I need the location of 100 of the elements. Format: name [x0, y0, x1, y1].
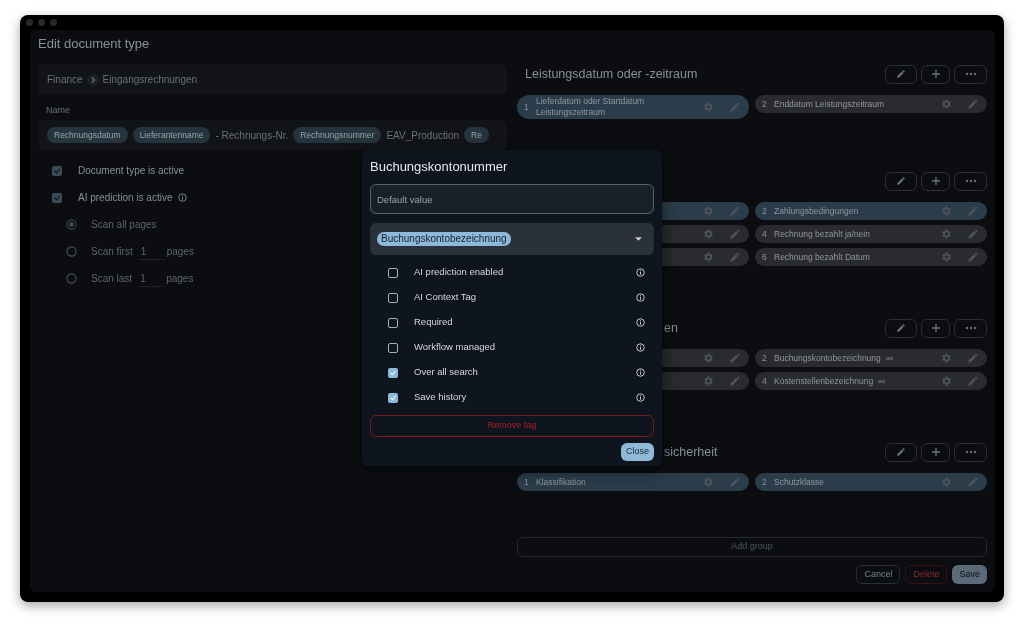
- pencil-icon[interactable]: [896, 176, 906, 186]
- info-icon: [636, 343, 645, 352]
- edit-button[interactable]: [885, 171, 917, 191]
- settings-icon[interactable]: [940, 375, 952, 387]
- more-icon: [964, 179, 977, 183]
- edit-button[interactable]: [885, 64, 917, 84]
- checkbox[interactable]: [388, 292, 398, 303]
- settings-icon[interactable]: [940, 98, 952, 110]
- radio-button[interactable]: [66, 246, 77, 257]
- settings-icon[interactable]: [702, 205, 714, 217]
- field-pill[interactable]: 2 Buchungskontobezeichnung: [755, 349, 987, 367]
- add-button[interactable]: [921, 171, 950, 191]
- checkbox-label: Document type is active: [78, 164, 185, 178]
- unit-label: pages: [166, 272, 194, 286]
- info-icon: [636, 268, 645, 277]
- settings-icon[interactable]: [940, 476, 952, 488]
- settings-icon[interactable]: [702, 101, 714, 113]
- field-pill[interactable]: 2 Zahlungsbedingungen: [755, 202, 987, 220]
- option-label: Save history: [414, 390, 467, 405]
- settings-icon[interactable]: [702, 375, 714, 387]
- field-number: 2: [762, 204, 768, 218]
- add-button[interactable]: [921, 442, 950, 462]
- unit-label: pages: [166, 245, 194, 259]
- option-label: Over all search: [414, 365, 478, 380]
- info-icon: [636, 318, 645, 327]
- more-button[interactable]: [954, 442, 987, 462]
- pencil-icon[interactable]: [729, 352, 741, 364]
- field-number: 2: [762, 351, 768, 365]
- checkbox[interactable]: [52, 165, 62, 176]
- pencil-icon[interactable]: [729, 228, 741, 240]
- field-pill[interactable]: 1 Klassifikation: [517, 473, 749, 491]
- settings-icon[interactable]: [940, 205, 952, 217]
- settings-icon[interactable]: [702, 228, 714, 240]
- add-group-button[interactable]: Add group: [517, 537, 987, 557]
- field-name: Lieferdatum oder Startdatum Leistungszeitraum: [536, 96, 646, 118]
- settings-icon[interactable]: [702, 251, 714, 263]
- field-name: Klassifikation: [536, 476, 586, 488]
- field-number: 4: [762, 227, 768, 241]
- group-title: en: [664, 319, 678, 337]
- pencil-icon[interactable]: [896, 447, 906, 457]
- add-button[interactable]: [921, 64, 950, 84]
- plus-icon: [930, 447, 941, 457]
- field-pill[interactable]: 2 Schutzklasse: [755, 473, 987, 491]
- pencil-icon[interactable]: [896, 69, 906, 79]
- field-name: Buchungskontobezeichnung: [774, 352, 881, 364]
- radio-button[interactable]: [66, 273, 77, 284]
- number-field[interactable]: 1: [138, 243, 165, 260]
- check-icon: [389, 368, 397, 377]
- caret-icon: [635, 237, 642, 241]
- edit-button[interactable]: [885, 442, 917, 462]
- breadcrumb-item[interactable]: Eingangsrechnungen: [102, 72, 198, 87]
- info-icon: [636, 368, 645, 377]
- default-value-field[interactable]: Default value: [370, 184, 654, 214]
- remove-tag-button[interactable]: Remove tag: [370, 415, 654, 437]
- settings-icon[interactable]: [702, 352, 714, 364]
- pencil-icon[interactable]: [729, 375, 741, 387]
- more-button[interactable]: [954, 318, 987, 338]
- name-text: EAV_Production: [386, 128, 460, 143]
- pencil-icon[interactable]: [896, 323, 906, 333]
- checkbox[interactable]: [388, 267, 398, 278]
- settings-icon[interactable]: [940, 228, 952, 240]
- close-button[interactable]: Close: [621, 443, 654, 461]
- checkbox[interactable]: [388, 367, 398, 378]
- breadcrumb-item[interactable]: Finance: [47, 72, 83, 87]
- settings-icon[interactable]: [940, 251, 952, 263]
- more-button[interactable]: [954, 171, 987, 191]
- settings-icon[interactable]: [702, 476, 714, 488]
- more-button[interactable]: [954, 64, 987, 84]
- pencil-icon[interactable]: [967, 98, 979, 110]
- delete-button[interactable]: Delete: [905, 565, 948, 584]
- field-pill[interactable]: 1 Lieferdatum oder Startdatum Leistungszeitraum: [517, 95, 749, 119]
- radio-button[interactable]: [66, 219, 77, 230]
- tag-select[interactable]: Buchungskontobezeichnung: [370, 223, 654, 255]
- cancel-button[interactable]: Cancel: [856, 565, 901, 584]
- pencil-icon[interactable]: [967, 352, 979, 364]
- checkbox[interactable]: [388, 317, 398, 328]
- more-icon: [964, 326, 977, 330]
- chevron-icon: [86, 73, 99, 86]
- checkbox[interactable]: [388, 342, 398, 353]
- name-field[interactable]: Rechnungsdatum Lieferantenname - Rechnungs-Nr. Rechnungsnummer EAV_Production Re: [38, 120, 507, 150]
- field-pill[interactable]: 2 Enddatum Leistungszeitraum: [755, 95, 987, 113]
- pencil-icon[interactable]: [967, 228, 979, 240]
- pencil-icon[interactable]: [967, 375, 979, 387]
- pencil-icon[interactable]: [729, 251, 741, 263]
- option-label: Required: [414, 315, 453, 330]
- settings-icon[interactable]: [940, 352, 952, 364]
- name-tag: Rechnungsnummer: [293, 127, 382, 143]
- field-pill[interactable]: 4 Rechnung bezahlt ja/nein: [755, 225, 987, 243]
- save-button[interactable]: Save: [952, 565, 987, 584]
- field-name: Kostenstellenbezeichnung: [774, 375, 874, 387]
- add-button[interactable]: [921, 318, 950, 338]
- field-pill[interactable]: 4 Kostenstellenbezeichnung: [755, 372, 987, 390]
- pencil-icon[interactable]: [967, 251, 979, 263]
- field-pill[interactable]: 6 Rechnung bezahlt Datum: [755, 248, 987, 266]
- name-tag: Rechnungsdatum: [47, 127, 128, 143]
- radio-label: Scan all pages: [91, 218, 157, 232]
- edit-button[interactable]: [885, 318, 917, 338]
- checkbox[interactable]: [388, 392, 398, 403]
- number-field[interactable]: 1: [138, 270, 165, 287]
- checkbox[interactable]: [52, 192, 62, 203]
